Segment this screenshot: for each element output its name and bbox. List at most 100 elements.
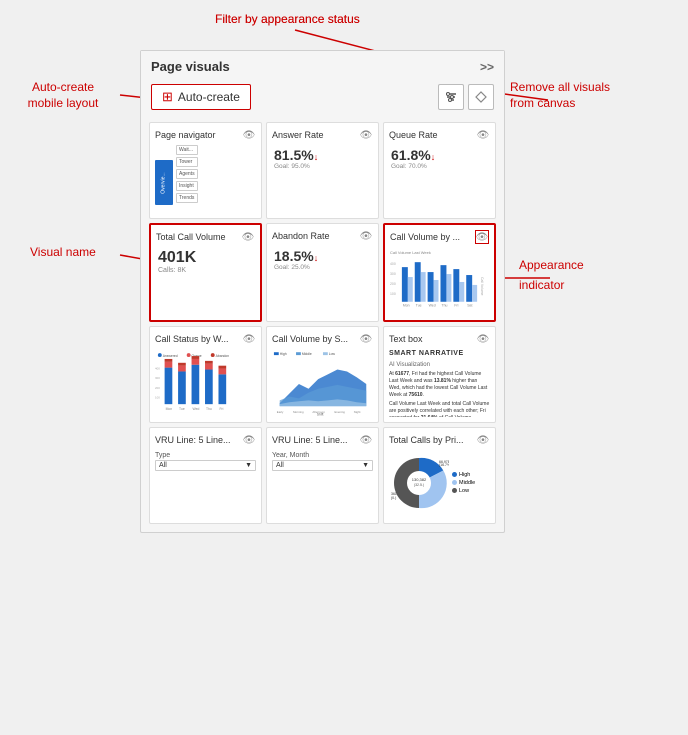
visual-card-total-calls-by-pri: Total Calls by Pri... 👁 xyxy=(383,427,496,524)
visual-card-text-box: Text box 👁 SMART NARRATIVE AI Visualizat… xyxy=(383,326,496,423)
filter-select-year-month[interactable]: All▼ xyxy=(272,460,373,471)
auto-create-icon: ⊞ xyxy=(162,89,173,105)
visual-card-answer-rate: Answer Rate 👁 81.5%↓ Goal: 95.0% xyxy=(266,122,379,219)
svg-text:130,382: 130,382 xyxy=(412,477,427,482)
svg-text:300: 300 xyxy=(390,272,396,276)
eye-icon-call-status-by-w[interactable]: 👁 xyxy=(242,332,256,346)
filter-label-type: Type xyxy=(155,452,256,459)
eye-icon-call-volume-by[interactable]: 👁 xyxy=(475,230,489,244)
card-title-queue-rate: Queue Rate xyxy=(389,130,476,140)
visuals-grid: Page navigator 👁 Overvie... Wait... Towe… xyxy=(141,118,504,532)
svg-text:Morning: Morning xyxy=(293,410,304,414)
card-title-text-box: Text box xyxy=(389,334,476,344)
eye-icon-text-box[interactable]: 👁 xyxy=(476,332,490,346)
visual-card-page-navigator: Page navigator 👁 Overvie... Wait... Towe… xyxy=(149,122,262,219)
annotation-appearance-indicator: indicator xyxy=(519,278,564,294)
panel-toolbar: ⊞ Auto-create xyxy=(141,80,504,118)
svg-text:Wed: Wed xyxy=(429,304,436,308)
legend-dot-low xyxy=(452,488,457,493)
eye-icon-call-volume-by-s[interactable]: 👁 xyxy=(359,332,373,346)
visual-card-total-call-volume: Total Call Volume 👁 401K Calls: 8K xyxy=(149,223,262,322)
eye-icon-vru-line-1[interactable]: 👁 xyxy=(242,433,256,447)
erase-icon xyxy=(474,90,488,104)
annotation-visual-name: Visual name xyxy=(30,245,96,259)
annotation-filter-label: Filter by appearance status xyxy=(215,12,360,26)
call-volume-by-content: Call Volume Last Week 400 300 200 100 xyxy=(390,247,489,315)
card-title-call-volume-by-s: Call Volume by S... xyxy=(272,334,359,344)
svg-text:Answered: Answered xyxy=(163,354,178,358)
svg-text:(16.7%): (16.7%) xyxy=(439,463,449,467)
card-title-vru-line-1: VRU Line: 5 Line... xyxy=(155,435,242,445)
panel-expand-button[interactable]: >> xyxy=(480,60,494,74)
visual-card-abandon-rate: Abandon Rate 👁 18.5%↓ Goal: 25.0% xyxy=(266,223,379,322)
svg-text:Middle: Middle xyxy=(302,352,312,356)
legend-label-middle: Middle xyxy=(459,480,475,486)
eye-icon-answer-rate[interactable]: 👁 xyxy=(359,128,373,142)
svg-text:100: 100 xyxy=(390,292,396,296)
panel-title: Page visuals xyxy=(151,59,230,74)
page-visuals-panel: Page visuals >> ⊞ Auto-create xyxy=(140,50,505,533)
vru-line-1-content: Type All▼ xyxy=(155,450,256,518)
svg-text:(0.): (0.) xyxy=(391,496,396,500)
auto-create-button[interactable]: ⊞ Auto-create xyxy=(151,84,251,110)
filter-select-type[interactable]: All▼ xyxy=(155,460,256,471)
svg-text:Tue: Tue xyxy=(416,304,422,308)
filter-appearance-button[interactable] xyxy=(438,84,464,110)
panel-header: Page visuals >> xyxy=(141,51,504,80)
remove-all-visuals-button[interactable] xyxy=(468,84,494,110)
eye-icon-vru-line-2[interactable]: 👁 xyxy=(359,433,373,447)
page-navigator-content: Overvie... Wait... Tower Agents Insight … xyxy=(155,145,256,213)
svg-text:200: 200 xyxy=(155,386,160,390)
card-title-page-navigator: Page navigator xyxy=(155,130,242,140)
answer-rate-content: 81.5%↓ Goal: 95.0% xyxy=(272,145,373,213)
donut-legend: High Middle Low xyxy=(452,472,475,494)
svg-text:400: 400 xyxy=(390,262,396,266)
eye-icon-total-call-volume[interactable]: 👁 xyxy=(241,230,255,244)
svg-text:100: 100 xyxy=(155,395,160,399)
svg-text:Mon: Mon xyxy=(166,407,173,411)
svg-text:Fri: Fri xyxy=(454,304,458,308)
call-status-content: Answered Queue Abandon 400 300 200 100 xyxy=(155,349,256,417)
legend-label-low: Low xyxy=(459,488,469,494)
svg-text:Low: Low xyxy=(329,352,336,356)
card-title-answer-rate: Answer Rate xyxy=(272,130,359,140)
visual-card-call-volume-by: Call Volume by ... 👁 Call Volume Last We… xyxy=(383,223,496,322)
visual-card-vru-line-1: VRU Line: 5 Line... 👁 Type All▼ xyxy=(149,427,262,524)
annotation-remove-all: Remove all visualsfrom canvas xyxy=(510,80,650,111)
svg-text:Call Volume Last Week: Call Volume Last Week xyxy=(390,250,431,255)
auto-create-label: Auto-create xyxy=(178,90,240,104)
svg-text:Mon: Mon xyxy=(403,304,410,308)
card-title-vru-line-2: VRU Line: 5 Line... xyxy=(272,435,359,445)
total-call-volume-content: 401K Calls: 8K xyxy=(156,247,255,315)
call-status-chart: Answered Queue Abandon 400 300 200 100 xyxy=(155,349,256,417)
svg-text:Evening: Evening xyxy=(335,410,346,414)
svg-text:Thu: Thu xyxy=(441,304,447,308)
queue-rate-content: 61.8%↓ Goal: 70.0% xyxy=(389,145,490,213)
eye-icon-total-calls-by-pri[interactable]: 👁 xyxy=(476,433,490,447)
toolbar-right xyxy=(438,84,494,110)
svg-text:Call Volume: Call Volume xyxy=(480,277,484,296)
svg-text:Abandon: Abandon xyxy=(216,354,230,358)
eye-icon-queue-rate[interactable]: 👁 xyxy=(476,128,490,142)
abandon-rate-content: 18.5%↓ Goal: 25.0% xyxy=(272,246,373,314)
legend-dot-high xyxy=(452,472,457,477)
area-chart: High Middle Low Early Morning xyxy=(272,349,373,417)
visual-card-call-volume-by-s: Call Volume by S... 👁 High Middle Low xyxy=(266,326,379,423)
donut-svg: 130,382 (32.5.) 66,978 (16.7%) 361 (0.) xyxy=(389,453,449,513)
svg-text:Thu: Thu xyxy=(206,407,212,411)
visual-card-vru-line-2: VRU Line: 5 Line... 👁 Year, Month All▼ xyxy=(266,427,379,524)
svg-text:200: 200 xyxy=(390,282,396,286)
legend-label-high: High xyxy=(459,472,470,478)
svg-text:Sat: Sat xyxy=(467,304,472,308)
svg-text:Shift: Shift xyxy=(317,413,324,417)
eye-icon-page-navigator[interactable]: 👁 xyxy=(242,128,256,142)
svg-text:High: High xyxy=(280,352,287,356)
vru-line-2-content: Year, Month All▼ xyxy=(272,450,373,518)
donut-chart-content: 130,382 (32.5.) 66,978 (16.7%) 361 (0.) … xyxy=(389,450,490,518)
svg-text:300: 300 xyxy=(155,376,160,380)
card-title-total-call-volume: Total Call Volume xyxy=(156,232,241,242)
legend-dot-middle xyxy=(452,480,457,485)
annotation-auto-create: Auto-createmobile layout xyxy=(8,80,118,111)
svg-text:Tue: Tue xyxy=(179,407,185,411)
eye-icon-abandon-rate[interactable]: 👁 xyxy=(359,229,373,243)
